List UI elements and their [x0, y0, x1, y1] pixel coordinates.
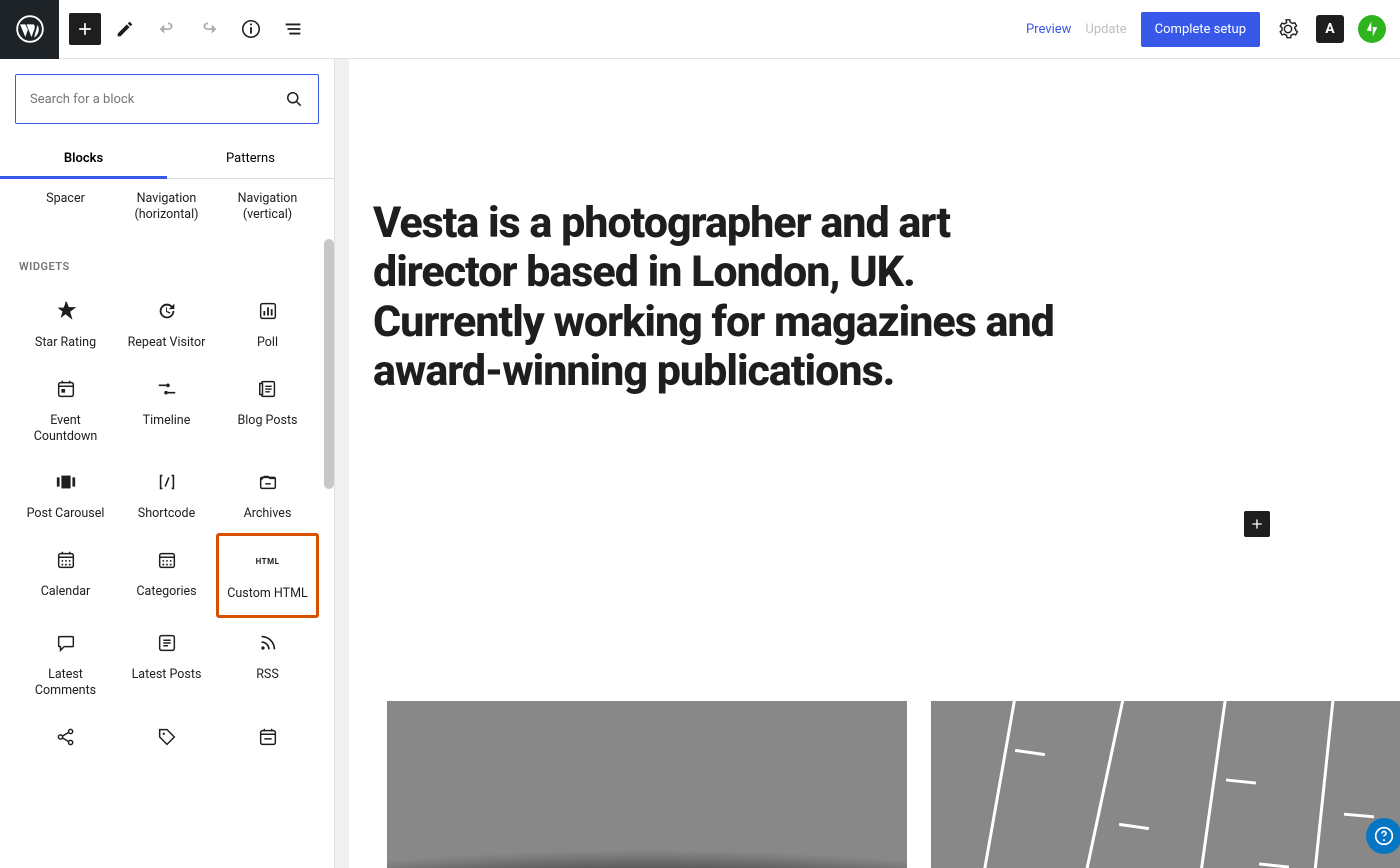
star-icon	[55, 297, 77, 325]
comment-icon	[55, 629, 77, 657]
search-icon	[284, 89, 304, 109]
preview-button[interactable]: Preview	[1026, 22, 1071, 37]
settings-icon[interactable]	[1274, 15, 1302, 43]
block-shortcode[interactable]: Shortcode	[116, 456, 217, 534]
top-toolbar: Preview Update Complete setup A	[0, 0, 1400, 59]
block-archives[interactable]: Archives	[217, 456, 318, 534]
wordpress-logo[interactable]	[0, 0, 59, 59]
archives-icon	[257, 468, 279, 496]
toolbar-right: Preview Update Complete setup A	[1026, 12, 1400, 47]
block-latest-comments[interactable]: Latest Comments	[15, 617, 116, 710]
editor-canvas[interactable]: Vesta is a photographer and art director…	[335, 59, 1400, 868]
calendar-range-icon	[257, 723, 279, 751]
update-button: Update	[1085, 22, 1126, 37]
block-inserter-panel: Blocks Patterns Spacer Navigation (horiz…	[0, 59, 335, 868]
tag-icon	[156, 723, 178, 751]
history-icon	[156, 297, 178, 325]
inserter-tabs: Blocks Patterns	[0, 139, 334, 179]
block-poll[interactable]: Poll	[217, 285, 318, 363]
block-timeline[interactable]: Timeline	[116, 363, 217, 456]
rss-icon	[257, 629, 279, 657]
shortcode-icon	[156, 468, 178, 496]
image-gallery	[387, 701, 1400, 868]
block-navigation-vertical[interactable]: Navigation (vertical)	[217, 179, 318, 234]
section-widgets-title: WIDGETS	[15, 234, 319, 285]
block-repeat-visitor[interactable]: Repeat Visitor	[116, 285, 217, 363]
gallery-image-1[interactable]	[387, 701, 907, 868]
block-latest-posts[interactable]: Latest Posts	[116, 617, 217, 710]
block-event-countdown[interactable]: Event Countdown	[15, 363, 116, 456]
undo-icon[interactable]	[149, 11, 185, 47]
block-post-carousel[interactable]: Post Carousel	[15, 456, 116, 534]
page-headline[interactable]: Vesta is a photographer and art director…	[373, 199, 1093, 397]
block-tag[interactable]	[116, 711, 217, 773]
block-calendar[interactable]: Calendar	[15, 534, 116, 618]
block-blog-posts[interactable]: Blog Posts	[217, 363, 318, 456]
calendar-event-icon	[55, 375, 77, 403]
edit-tool-icon[interactable]	[107, 11, 143, 47]
share-icon	[55, 723, 77, 751]
block-spacer[interactable]: Spacer	[15, 179, 116, 234]
canvas-left-rail	[335, 59, 349, 868]
categories-icon	[156, 546, 178, 574]
add-block-toggle[interactable]	[69, 13, 101, 45]
search-input-wrap[interactable]	[15, 74, 319, 124]
add-block-inline-button[interactable]	[1244, 511, 1270, 537]
complete-setup-button[interactable]: Complete setup	[1141, 12, 1260, 47]
gallery-image-2[interactable]	[931, 701, 1400, 868]
search-input[interactable]	[30, 92, 284, 107]
block-date[interactable]	[217, 711, 318, 773]
block-share[interactable]	[15, 711, 116, 773]
list-view-icon[interactable]	[275, 11, 311, 47]
latest-posts-icon	[156, 629, 178, 657]
block-categories[interactable]: Categories	[116, 534, 217, 618]
block-custom-html[interactable]: HTML Custom HTML	[217, 534, 318, 618]
inserter-scrollbar[interactable]	[324, 239, 334, 489]
timeline-icon	[156, 375, 178, 403]
blog-posts-icon	[257, 375, 279, 403]
toolbar-left	[59, 11, 321, 47]
carousel-icon	[54, 468, 78, 496]
html-icon: HTML	[256, 548, 280, 576]
tab-patterns[interactable]: Patterns	[167, 139, 334, 178]
block-star-rating[interactable]: Star Rating	[15, 285, 116, 363]
block-navigation-horizontal[interactable]: Navigation (horizontal)	[116, 179, 217, 234]
tab-blocks[interactable]: Blocks	[0, 139, 167, 178]
poll-icon	[257, 297, 279, 325]
info-icon[interactable]	[233, 11, 269, 47]
calendar-icon	[55, 546, 77, 574]
help-button[interactable]	[1366, 818, 1400, 854]
jetpack-icon[interactable]	[1358, 15, 1386, 43]
styles-button[interactable]: A	[1316, 15, 1344, 43]
block-rss[interactable]: RSS	[217, 617, 318, 710]
redo-icon[interactable]	[191, 11, 227, 47]
